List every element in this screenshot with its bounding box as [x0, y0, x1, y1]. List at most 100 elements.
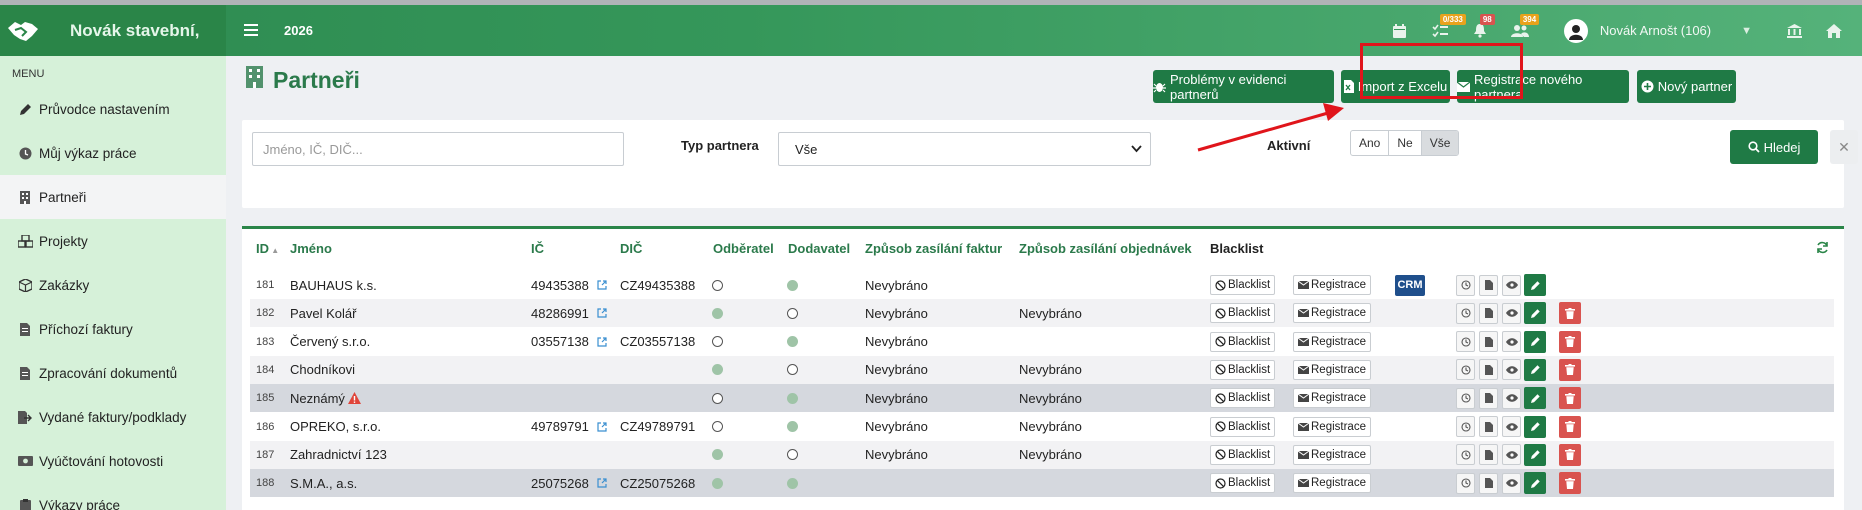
sidebar-item-cash-settlement[interactable]: Vyúčtování hotovosti [0, 439, 226, 483]
sidebar-item-document-processing[interactable]: Zpracování dokumentů [0, 351, 226, 395]
blacklist-button[interactable]: Blacklist [1210, 356, 1276, 384]
registration-button[interactable]: Registrace [1293, 384, 1371, 412]
hamburger-menu-icon[interactable] [244, 19, 264, 42]
home-icon[interactable] [1814, 5, 1854, 56]
partner-type-select[interactable]: Vše [778, 132, 1151, 166]
table-row[interactable]: 186 OPREKO, s.r.o. 49789791 CZ49789791 Nevyb… [250, 413, 1834, 441]
blacklist-button[interactable]: Blacklist [1210, 299, 1276, 327]
clear-filter-button[interactable]: ✕ [1830, 130, 1858, 164]
column-header-supplier[interactable]: Dodavatel [788, 241, 850, 256]
column-header-name[interactable]: Jméno [290, 241, 332, 256]
sidebar-item-projects[interactable]: Projekty [0, 219, 226, 263]
table-row[interactable]: 183 Červený s.r.o. 03557138 CZ03557138 Nevyb… [250, 328, 1834, 356]
history-button[interactable] [1456, 356, 1475, 384]
history-button[interactable] [1456, 299, 1475, 327]
view-button[interactable] [1502, 299, 1521, 327]
edit-button[interactable] [1524, 469, 1546, 497]
external-link-icon[interactable] [597, 308, 607, 318]
edit-button[interactable] [1524, 384, 1546, 412]
table-row[interactable]: 187 Zahradnictví 123 Nevybráno Nevybráno Bla… [250, 440, 1834, 469]
view-button[interactable] [1502, 441, 1521, 469]
external-link-icon[interactable] [597, 478, 607, 488]
column-header-customer[interactable]: Odběratel [713, 241, 774, 256]
document-button[interactable] [1479, 356, 1498, 384]
delete-button[interactable] [1559, 384, 1581, 412]
history-button[interactable] [1456, 271, 1475, 299]
history-button[interactable] [1456, 384, 1475, 412]
edit-button[interactable] [1524, 356, 1546, 384]
partner-problems-button[interactable]: Problémy v evidenci partnerů [1153, 70, 1334, 103]
document-button[interactable] [1479, 271, 1498, 299]
delete-button[interactable] [1559, 328, 1581, 356]
edit-button[interactable] [1524, 299, 1546, 327]
sidebar-item-work-reports[interactable]: Výkazy práce [0, 483, 226, 510]
blacklist-button[interactable]: Blacklist [1210, 328, 1276, 356]
sidebar-item-my-worklog[interactable]: Můj výkaz práce [0, 131, 226, 175]
document-button[interactable] [1479, 413, 1498, 441]
view-button[interactable] [1502, 328, 1521, 356]
document-button[interactable] [1479, 328, 1498, 356]
user-menu[interactable]: Novák Arnošt (106) ▼ [1563, 18, 1752, 43]
delete-button[interactable] [1559, 413, 1581, 441]
document-button[interactable] [1479, 299, 1498, 327]
sidebar-item-setup-guide[interactable]: Průvodce nastavením [0, 87, 226, 131]
registration-button[interactable]: Registrace [1293, 328, 1371, 356]
blacklist-button[interactable]: Blacklist [1210, 271, 1276, 299]
document-button[interactable] [1479, 441, 1498, 469]
delete-button[interactable] [1559, 299, 1581, 327]
blacklist-button[interactable]: Blacklist [1210, 384, 1276, 412]
history-button[interactable] [1456, 413, 1475, 441]
registration-button[interactable]: Registrace [1293, 413, 1371, 441]
history-button[interactable] [1456, 469, 1475, 497]
blacklist-button[interactable]: Blacklist [1210, 469, 1276, 497]
registration-button[interactable]: Registrace [1293, 271, 1371, 299]
view-button[interactable] [1502, 384, 1521, 412]
column-header-id[interactable]: ID ▲ [256, 241, 279, 256]
column-header-ic[interactable]: IČ [531, 241, 544, 256]
view-button[interactable] [1502, 413, 1521, 441]
column-header-order-delivery[interactable]: Způsob zasílání objednávek [1019, 241, 1192, 256]
edit-button[interactable] [1524, 413, 1546, 441]
document-button[interactable] [1479, 384, 1498, 412]
column-header-dic[interactable]: DIČ [620, 241, 642, 256]
registration-button[interactable]: Registrace [1293, 299, 1371, 327]
view-button[interactable] [1502, 469, 1521, 497]
edit-button[interactable] [1524, 271, 1546, 299]
sidebar-item-partners[interactable]: Partneři [0, 175, 226, 219]
edit-button[interactable] [1524, 328, 1546, 356]
table-row[interactable]: 185 Neznámý Nevybráno Nevybráno Blacklist Reg… [250, 384, 1834, 413]
sidebar-item-incoming-invoices[interactable]: Příchozí faktury [0, 307, 226, 351]
refresh-icon[interactable] [1816, 241, 1829, 257]
search-button[interactable]: Hledej [1730, 130, 1818, 164]
registration-button[interactable]: Registrace [1293, 356, 1371, 384]
active-option-no[interactable]: Ne [1389, 131, 1422, 155]
blacklist-button[interactable]: Blacklist [1210, 441, 1276, 469]
blacklist-button[interactable]: Blacklist [1210, 413, 1276, 441]
history-button[interactable] [1456, 441, 1475, 469]
column-header-invoice-delivery[interactable]: Způsob zasílání faktur [865, 241, 1002, 256]
view-button[interactable] [1502, 271, 1521, 299]
year-selector[interactable]: 2026 [284, 23, 313, 38]
search-input[interactable]: Jméno, IČ, DIČ... [252, 132, 624, 166]
new-partner-button[interactable]: Nový partner [1637, 70, 1736, 103]
external-link-icon[interactable] [597, 336, 607, 347]
active-option-all[interactable]: Vše [1421, 131, 1459, 155]
crm-button[interactable]: CRM [1395, 271, 1425, 299]
registration-button[interactable]: Registrace [1293, 469, 1371, 497]
delete-button[interactable] [1559, 469, 1581, 497]
brand[interactable]: Novák stavební, [0, 5, 226, 56]
sidebar-item-orders[interactable]: Zakázky [0, 263, 226, 307]
external-link-icon[interactable] [597, 280, 607, 290]
table-row[interactable]: 181 BAUHAUS k.s. 49435388 CZ49435388 Nevybrá… [250, 271, 1834, 299]
sidebar-item-issued-invoices[interactable]: Vydané faktury/podklady [0, 395, 226, 439]
active-option-yes[interactable]: Ano [1351, 131, 1390, 155]
external-link-icon[interactable] [597, 421, 607, 432]
table-row[interactable]: 188 S.M.A., a.s. 25075268 CZ25075268 Blackli… [250, 469, 1834, 498]
delete-button[interactable] [1559, 441, 1581, 469]
bank-icon[interactable] [1774, 5, 1814, 56]
table-row[interactable]: 182 Pavel Kolář 48286991 Nevybráno Nevybráno… [250, 299, 1834, 328]
view-button[interactable] [1502, 356, 1521, 384]
table-row[interactable]: 184 Chodníkovi Nevybráno Nevybráno Blacklist… [250, 355, 1834, 384]
delete-button[interactable] [1559, 356, 1581, 384]
edit-button[interactable] [1524, 441, 1546, 469]
